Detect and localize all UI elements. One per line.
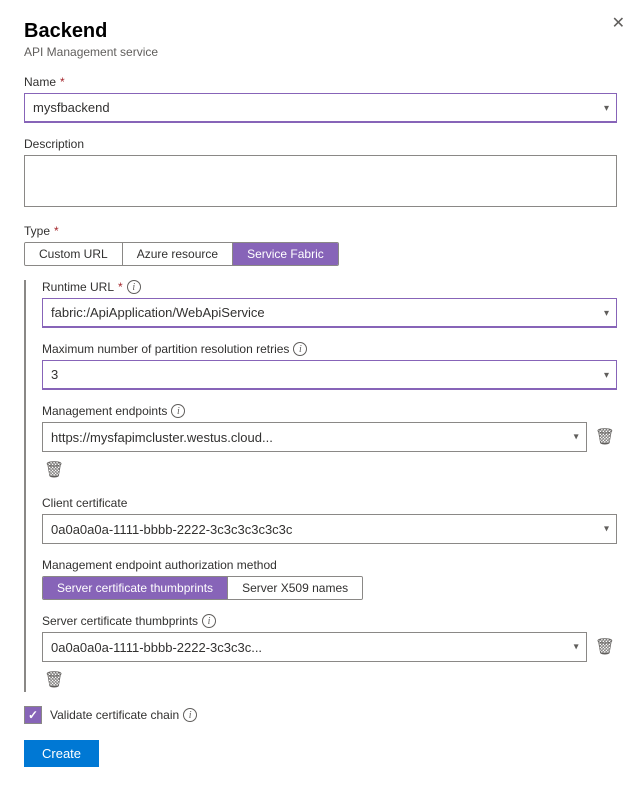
management-endpoints-info-icon[interactable]: i xyxy=(171,404,185,418)
runtime-url-input[interactable] xyxy=(42,298,617,328)
endpoint-delete-icon[interactable]: 🗑 xyxy=(593,425,617,449)
type-field-group: Type * Custom URL Azure resource Service… xyxy=(24,224,617,266)
type-label: Type * xyxy=(24,224,617,238)
client-cert-select[interactable]: 0a0a0a0a-1111-bbbb-2222-3c3c3c3c3c3c xyxy=(42,514,617,544)
add-endpoint-icon[interactable]: 🗑 xyxy=(42,458,66,482)
auth-selector: Server certificate thumbprints Server X5… xyxy=(42,576,363,600)
auth-method-field-group: Management endpoint authorization method… xyxy=(42,558,617,600)
name-input-wrapper: ▾ xyxy=(24,93,617,123)
panel-title: Backend xyxy=(24,20,617,43)
thumbprint-input-wrapper: ▾ xyxy=(42,632,587,662)
description-field-group: Description xyxy=(24,137,617,210)
client-cert-select-wrapper: 0a0a0a0a-1111-bbbb-2222-3c3c3c3c3c3c ▾ xyxy=(42,514,617,544)
create-button[interactable]: Create xyxy=(24,740,99,767)
thumbprint-row: ▾ 🗑 xyxy=(42,632,617,662)
name-input[interactable] xyxy=(24,93,617,123)
endpoint-row: ▾ 🗑 xyxy=(42,422,617,452)
server-thumbprints-label: Server certificate thumbprints i xyxy=(42,614,617,628)
server-thumbprints-field-group: Server certificate thumbprints i ▾ 🗑 🗑 xyxy=(42,614,617,692)
thumbprint-input[interactable] xyxy=(42,632,587,662)
auth-thumbprints-button[interactable]: Server certificate thumbprints xyxy=(43,577,228,599)
endpoint-input[interactable] xyxy=(42,422,587,452)
runtime-url-info-icon[interactable]: i xyxy=(127,280,141,294)
runtime-url-input-wrapper: ▾ xyxy=(42,298,617,328)
validate-cert-info-icon[interactable]: i xyxy=(183,708,197,722)
description-input[interactable] xyxy=(24,155,617,207)
server-thumbprints-info-icon[interactable]: i xyxy=(202,614,216,628)
max-partition-label: Maximum number of partition resolution r… xyxy=(42,342,617,356)
close-button[interactable]: ✕ xyxy=(612,16,625,32)
type-azure-resource-button[interactable]: Azure resource xyxy=(123,243,233,265)
add-thumbprint-icon[interactable]: 🗑 xyxy=(42,668,66,692)
add-thumbprint-row: 🗑 xyxy=(42,668,617,692)
auth-x509-button[interactable]: Server X509 names xyxy=(228,577,362,599)
management-endpoints-label: Management endpoints i xyxy=(42,404,617,418)
max-partition-input[interactable] xyxy=(42,360,617,390)
runtime-url-field-group: Runtime URL * i ▾ xyxy=(42,280,617,328)
max-partition-info-icon[interactable]: i xyxy=(293,342,307,356)
panel-subtitle: API Management service xyxy=(24,45,617,59)
validate-cert-checkbox[interactable]: ✓ xyxy=(24,706,42,724)
type-custom-url-button[interactable]: Custom URL xyxy=(25,243,123,265)
endpoint-input-wrapper: ▾ xyxy=(42,422,587,452)
thumbprint-delete-icon[interactable]: 🗑 xyxy=(593,635,617,659)
type-service-fabric-button[interactable]: Service Fabric xyxy=(233,243,338,265)
check-icon: ✓ xyxy=(28,708,38,722)
validate-cert-label: Validate certificate chain i xyxy=(50,708,197,722)
max-partition-field-group: Maximum number of partition resolution r… xyxy=(42,342,617,390)
add-endpoint-row: 🗑 xyxy=(42,458,617,482)
management-endpoints-field-group: Management endpoints i ▾ 🗑 🗑 xyxy=(42,404,617,482)
runtime-url-label: Runtime URL * i xyxy=(42,280,617,294)
validate-cert-row: ✓ Validate certificate chain i xyxy=(24,706,617,724)
client-cert-label: Client certificate xyxy=(42,496,617,510)
service-fabric-section: Runtime URL * i ▾ Maximum number of part… xyxy=(24,280,617,692)
backend-panel: ✕ Backend API Management service Name * … xyxy=(0,0,641,791)
auth-method-label: Management endpoint authorization method xyxy=(42,558,617,572)
max-partition-input-wrapper: ▾ xyxy=(42,360,617,390)
name-label: Name * xyxy=(24,75,617,89)
name-field-group: Name * ▾ xyxy=(24,75,617,123)
type-selector: Custom URL Azure resource Service Fabric xyxy=(24,242,339,266)
client-cert-field-group: Client certificate 0a0a0a0a-1111-bbbb-22… xyxy=(42,496,617,544)
description-label: Description xyxy=(24,137,617,151)
